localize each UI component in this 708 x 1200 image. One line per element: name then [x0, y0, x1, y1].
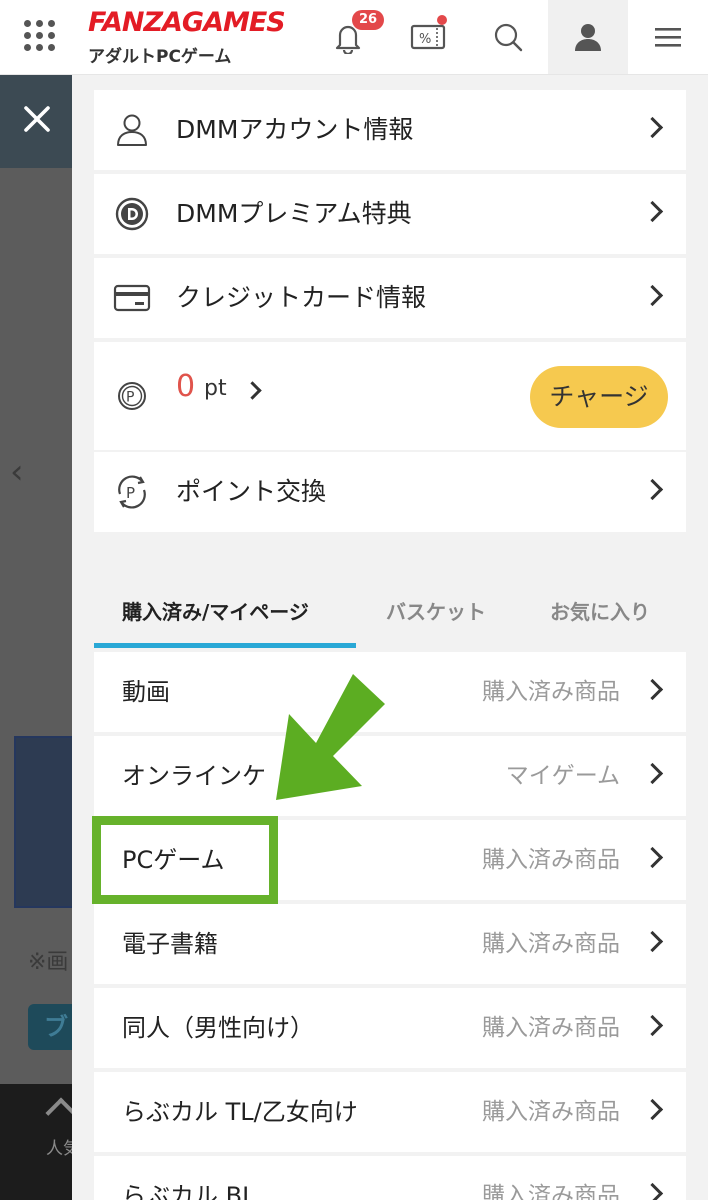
tab-basket[interactable]: バスケット: [386, 586, 486, 650]
chevron-right-icon: [641, 762, 664, 785]
search-button[interactable]: [468, 0, 548, 74]
chevron-right-icon: [641, 930, 664, 953]
logo-main: FANZAGAMES: [88, 7, 286, 38]
coupon-new-dot: [437, 15, 447, 25]
points-row: P 0 pt チャージ: [94, 342, 686, 450]
annotation-arrow-icon: [276, 674, 385, 800]
list-item-sub: マイゲーム: [505, 763, 620, 789]
close-icon: [24, 106, 50, 132]
chevron-left-icon: ‹: [10, 452, 24, 492]
chevron-right-icon: [641, 116, 664, 139]
list-item-label: らぶカル TL/乙女向け: [122, 1098, 358, 1126]
tab-purchased-mypage[interactable]: 購入済み/マイページ: [122, 586, 309, 650]
list-item-online-games[interactable]: オンラインケ マイゲーム: [94, 736, 686, 816]
menu-item-dmm-premium[interactable]: DMMプレミアム特典: [94, 174, 686, 254]
list-item-sub: 購入済み商品: [482, 1015, 620, 1041]
chevron-right-icon: [641, 284, 664, 307]
coupon-icon: %: [410, 24, 446, 50]
coupon-button[interactable]: %: [388, 0, 468, 74]
chevron-right-icon: [641, 678, 664, 701]
logo-sub: アダルトPCゲーム: [88, 47, 232, 67]
list-item-label: 電子書籍: [122, 930, 218, 958]
hamburger-icon: [655, 28, 681, 47]
tab-favorites[interactable]: お気に入り: [550, 586, 650, 650]
chevron-right-icon: [641, 200, 664, 223]
menu-item-label: クレジットカード情報: [176, 283, 427, 312]
list-item-label: オンラインケ: [122, 762, 266, 790]
notification-badge: 26: [352, 10, 385, 30]
d-coin-icon: [112, 194, 152, 234]
list-item-sub: 購入済み商品: [482, 931, 620, 957]
account-panel: DMMアカウント情報 DMMプレミアム特典 クレジットカード情報 P 0 pt …: [72, 74, 708, 1200]
menu-item-label: ポイント交換: [176, 477, 327, 506]
user-icon: [575, 24, 601, 51]
user-outline-icon: [112, 110, 152, 150]
list-item-label: 同人（男性向け）: [122, 1014, 314, 1042]
grid-menu-icon[interactable]: [24, 20, 56, 52]
chevron-right-icon[interactable]: [243, 381, 262, 400]
credit-card-icon: [112, 278, 152, 318]
list-item-doujin-male[interactable]: 同人（男性向け） 購入済み商品: [94, 988, 686, 1068]
list-item-sub: 購入済み商品: [482, 679, 620, 705]
charge-button[interactable]: チャージ: [530, 366, 668, 428]
active-tab-indicator: [94, 643, 356, 648]
list-item-sub: 購入済み商品: [482, 1183, 620, 1200]
chevron-right-icon: [641, 1098, 664, 1121]
background-tag: ブ: [28, 1004, 78, 1050]
list-item-sub: 購入済み商品: [482, 847, 620, 873]
search-icon: [494, 23, 523, 52]
close-panel-button[interactable]: [14, 96, 60, 142]
hamburger-menu-button[interactable]: [628, 0, 708, 74]
chevron-right-icon: [641, 1014, 664, 1037]
list-item-sub: 購入済み商品: [482, 1099, 620, 1125]
account-button[interactable]: [548, 0, 628, 74]
svg-text:P: P: [126, 390, 134, 406]
list-item-video[interactable]: 動画 購入済み商品: [94, 652, 686, 732]
background-thumbnail: [14, 736, 78, 908]
svg-text:%: %: [419, 32, 431, 47]
menu-item-credit-card[interactable]: クレジットカード情報: [94, 258, 686, 338]
chevron-right-icon: [641, 478, 664, 501]
list-item-lovecul-bl[interactable]: らぶカル BL 購入済み商品: [94, 1156, 686, 1200]
list-item-label: らぶカル BL: [122, 1182, 256, 1200]
list-item-ebooks[interactable]: 電子書籍 購入済み商品: [94, 904, 686, 984]
panel-tabs: 購入済み/マイページ バスケット お気に入り: [94, 586, 686, 650]
menu-item-point-exchange[interactable]: P ポイント交換: [94, 452, 686, 532]
point-coin-icon: P: [112, 376, 152, 416]
chevron-right-icon: [641, 1182, 664, 1200]
background-note: ※画: [28, 950, 69, 975]
app-header: FANZAGAMES アダルトPCゲーム 26 %: [0, 0, 708, 75]
menu-item-dmm-account[interactable]: DMMアカウント情報: [94, 90, 686, 170]
list-item-label: 動画: [122, 678, 170, 706]
svg-text:P: P: [126, 484, 135, 502]
annotation-highlight-box: [92, 816, 278, 904]
point-exchange-icon: P: [112, 472, 152, 512]
menu-item-label: DMMプレミアム特典: [176, 199, 412, 228]
points-value[interactable]: 0: [176, 342, 195, 432]
chevron-right-icon: [641, 846, 664, 869]
list-item-lovecul-tl[interactable]: らぶカル TL/乙女向け 購入済み商品: [94, 1072, 686, 1152]
points-unit[interactable]: pt: [204, 342, 227, 436]
menu-item-label: DMMアカウント情報: [176, 115, 414, 144]
logo[interactable]: FANZAGAMES アダルトPCゲーム: [88, 7, 286, 68]
